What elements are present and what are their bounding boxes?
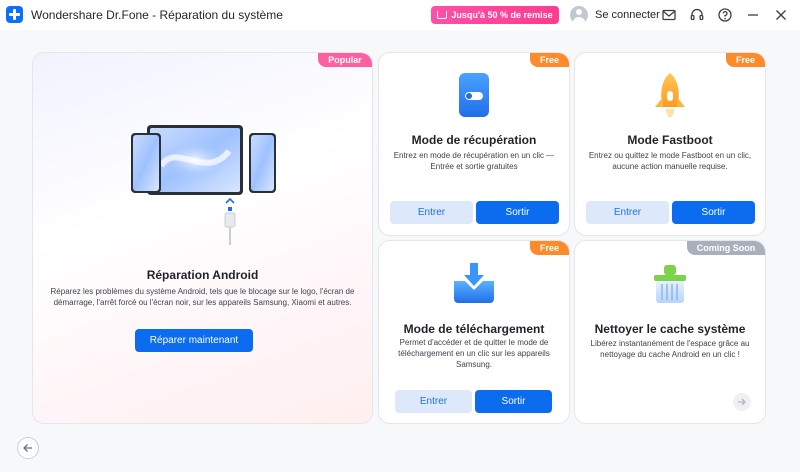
promo-button[interactable]: Jusqu'à 50 % de remise (431, 6, 559, 24)
rocket-icon (650, 71, 690, 119)
title-bar: Wondershare Dr.Fone - Réparation du syst… (0, 0, 800, 30)
android-repair-title: Réparation Android (146, 268, 259, 282)
recovery-mode-title: Mode de récupération (411, 133, 537, 147)
fastboot-enter-button[interactable]: Entrer (586, 201, 669, 224)
promo-label: Jusqu'à 50 % de remise (451, 10, 553, 20)
close-icon[interactable] (773, 7, 789, 23)
arrow-right-icon[interactable] (733, 393, 751, 411)
download-mode-description: Permet d'accéder et de quitter le mode d… (398, 338, 550, 369)
recovery-mode-description: Entrez en mode de récupération en un cli… (393, 151, 555, 171)
popular-badge: Popular (318, 53, 372, 67)
recovery-exit-button[interactable]: Sortir (476, 201, 559, 224)
drfone-logo-icon (6, 6, 23, 23)
fastboot-mode-card: Free Mode Fastboot Entrez ou quittez le … (574, 52, 766, 236)
android-repair-description: Réparez les problèmes du système Android… (50, 287, 355, 307)
clean-cache-card: Coming Soon Nettoyer le cache système Li… (574, 240, 766, 424)
mail-icon[interactable] (661, 7, 677, 23)
window-title: Wondershare Dr.Fone - Réparation du syst… (31, 8, 283, 22)
headset-icon[interactable] (689, 7, 705, 23)
free-badge: Free (530, 53, 569, 67)
free-badge: Free (726, 53, 765, 67)
free-badge: Free (530, 241, 569, 255)
download-mode-card: Free Mode de téléchargement Permet d'acc… (378, 240, 570, 424)
download-exit-button[interactable]: Sortir (475, 390, 552, 413)
recovery-enter-button[interactable]: Entrer (390, 201, 473, 224)
cart-icon (437, 11, 448, 19)
devices-illustration (111, 121, 279, 251)
coming-soon-badge: Coming Soon (687, 241, 765, 255)
android-repair-card[interactable]: Popular Réparation Android Réparez les p… (32, 52, 373, 424)
download-mode-title: Mode de téléchargement (403, 322, 545, 336)
help-icon[interactable] (717, 7, 733, 23)
login-link[interactable]: Se connecter (595, 9, 660, 21)
repair-now-button[interactable]: Réparer maintenant (135, 329, 253, 352)
back-arrow-icon[interactable] (17, 437, 39, 459)
broom-icon (648, 263, 692, 307)
minimize-icon[interactable] (745, 7, 761, 23)
fastboot-mode-description: Entrez ou quittez le mode Fastboot en un… (588, 151, 752, 171)
clean-cache-description: Libérez instantanément de l'espace grâce… (590, 339, 750, 359)
recovery-mode-card: Free Mode de récupération Entrez en mode… (378, 52, 570, 236)
fastboot-mode-title: Mode Fastboot (627, 133, 713, 147)
download-enter-button[interactable]: Entrer (395, 390, 472, 413)
avatar-icon[interactable] (570, 6, 588, 24)
recovery-phone-icon (457, 72, 491, 118)
fastboot-exit-button[interactable]: Sortir (672, 201, 755, 224)
download-icon (449, 261, 499, 305)
clean-cache-title: Nettoyer le cache système (594, 322, 746, 336)
